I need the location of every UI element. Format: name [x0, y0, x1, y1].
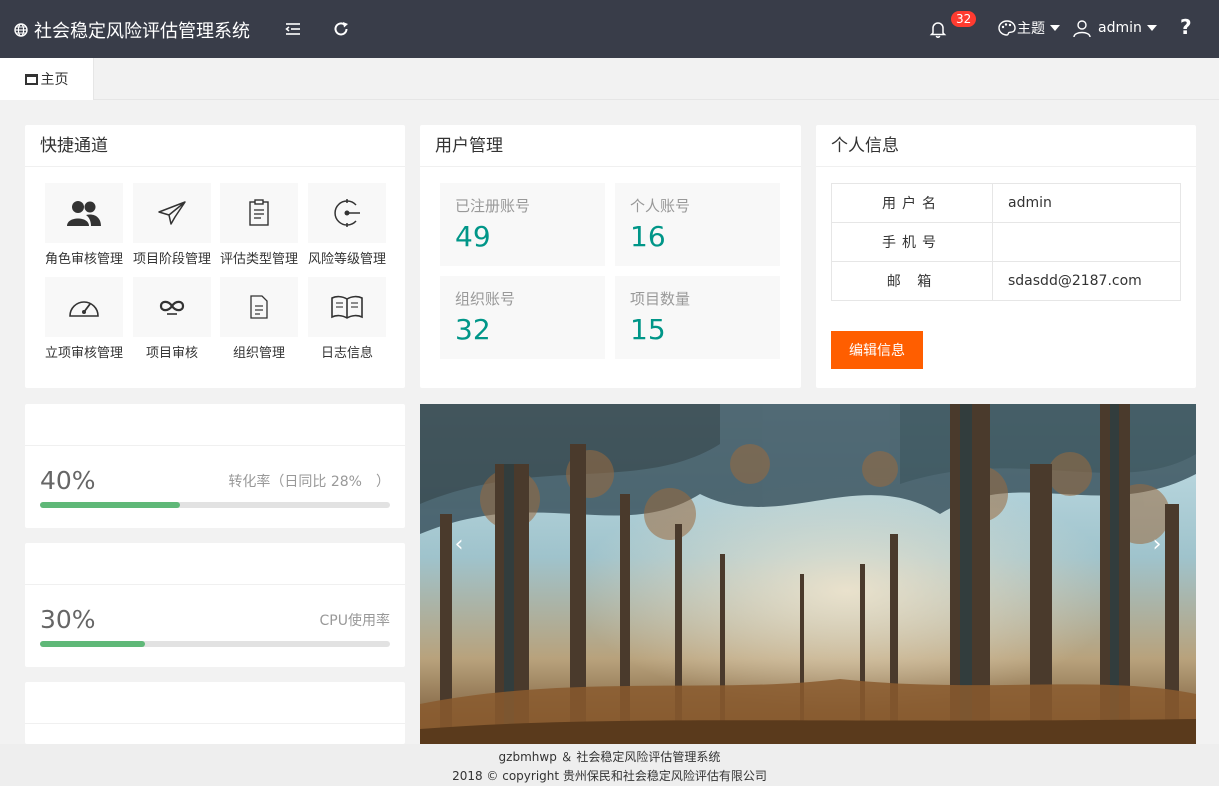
info-key: 邮 箱: [831, 261, 993, 301]
palette-icon: [998, 20, 1016, 36]
card-header: [25, 682, 405, 724]
table-row: 邮 箱 sdasdd@2187.com: [831, 261, 1181, 301]
quick-item-risk-level[interactable]: 风险等级管理: [308, 183, 386, 267]
quick-item-approval-review[interactable]: 立项审核管理: [45, 277, 123, 361]
edit-info-button[interactable]: 编辑信息: [831, 331, 923, 369]
tab-home-label: 主页: [40, 72, 69, 88]
document-chart-icon: [250, 295, 268, 319]
info-key: 用户名: [831, 183, 993, 223]
quick-item-project-stage[interactable]: 项目阶段管理: [133, 183, 211, 267]
user-management-card: 用户管理 已注册账号 49 个人账号 16 组织账号 32 项目数量 15: [420, 125, 801, 388]
help-icon[interactable]: ?: [1180, 15, 1192, 39]
table-row: 用户名 admin: [831, 183, 1181, 223]
chevron-down-icon: [1146, 25, 1157, 31]
tab-home[interactable]: 主页: [0, 58, 94, 100]
paper-plane-icon: [158, 201, 186, 225]
book-icon: [331, 295, 363, 319]
forest-image: [420, 404, 1196, 744]
quick-access-title: 快捷通道: [25, 125, 405, 167]
chevron-down-icon: [1050, 25, 1060, 31]
conversion-progress-card: 40% 转化率（日同比 28% ）: [25, 404, 405, 528]
card-header: [25, 404, 405, 446]
footer-line-1: gzbmhwp ＆ 社会稳定风险评估管理系统: [498, 750, 721, 764]
quick-item-org-manage[interactable]: 组织管理: [220, 277, 298, 361]
progress-fill: [40, 502, 180, 508]
quick-item-project-review[interactable]: 项目审核: [133, 277, 211, 361]
stat-organization[interactable]: 组织账号 32: [440, 276, 605, 359]
personal-info-title: 个人信息: [816, 125, 1196, 167]
clipboard-icon: [249, 199, 269, 226]
globe-icon: [14, 23, 28, 37]
theme-label: 主题: [1017, 21, 1045, 37]
cpu-progress-card: 30% CPU使用率: [25, 543, 405, 667]
refresh-icon[interactable]: [331, 19, 351, 39]
progress-percent: 30%: [40, 605, 96, 634]
card-header: [25, 543, 405, 585]
infinity-icon: [159, 300, 185, 315]
app-logo[interactable]: 社会稳定风险评估管理系统: [14, 17, 250, 43]
footer: gzbmhwp ＆ 社会稳定风险评估管理系统 2018 © copyright …: [0, 744, 1219, 786]
users-icon: [67, 201, 101, 226]
gauge-icon: [69, 301, 99, 317]
notification-badge: 32: [951, 11, 977, 27]
top-header: 社会稳定风险评估管理系统 32 主题 admin ?: [0, 0, 1219, 58]
carousel-prev-icon[interactable]: ‹: [446, 532, 472, 558]
dial-icon: [334, 199, 360, 227]
progress-percent: 40%: [40, 466, 96, 495]
quick-item-role-review[interactable]: 角色审核管理: [45, 183, 123, 267]
quick-item-eval-type[interactable]: 评估类型管理: [220, 183, 298, 267]
app-title: 社会稳定风险评估管理系统: [34, 21, 250, 42]
progress-track: [40, 641, 390, 647]
window-icon: [24, 73, 38, 85]
image-carousel[interactable]: ‹ ›: [420, 404, 1196, 744]
stat-registered[interactable]: 已注册账号 49: [440, 183, 605, 266]
bell-icon[interactable]: [928, 19, 948, 39]
personal-info-table: 用户名 admin 手机号 邮 箱 sdasdd@2187.com: [831, 183, 1181, 301]
user-management-title: 用户管理: [420, 125, 801, 167]
info-value: sdasdd@2187.com: [992, 261, 1181, 301]
quick-access-card: 快捷通道 角色审核管理 项目阶段管理 评估类型管理 风险等级管理 立项审核管理 …: [25, 125, 405, 388]
user-name: admin: [1098, 20, 1142, 36]
quick-item-log-info[interactable]: 日志信息: [308, 277, 386, 361]
tab-bar: 主页: [0, 58, 1219, 100]
info-key: 手机号: [831, 222, 993, 262]
progress-track: [40, 502, 390, 508]
progress-fill: [40, 641, 145, 647]
user-menu[interactable]: admin: [1072, 18, 1157, 38]
info-value: admin: [992, 183, 1181, 223]
info-value: [992, 222, 1181, 262]
stat-personal[interactable]: 个人账号 16: [615, 183, 780, 266]
menu-collapse-icon[interactable]: [283, 19, 303, 39]
user-icon: [1073, 20, 1091, 38]
personal-info-card: 个人信息 用户名 admin 手机号 邮 箱 sdasdd@2187.com 编…: [816, 125, 1196, 388]
progress-desc: CPU使用率: [319, 613, 390, 629]
table-row: 手机号: [831, 222, 1181, 262]
footer-line-2: 2018 © copyright 贵州保民和社会稳定风险评估有限公司: [452, 769, 767, 783]
stat-projects[interactable]: 项目数量 15: [615, 276, 780, 359]
empty-card: [25, 682, 405, 744]
carousel-next-icon[interactable]: ›: [1144, 532, 1170, 558]
theme-menu[interactable]: 主题: [997, 18, 1060, 38]
progress-desc: 转化率（日同比 28% ）: [228, 474, 390, 490]
